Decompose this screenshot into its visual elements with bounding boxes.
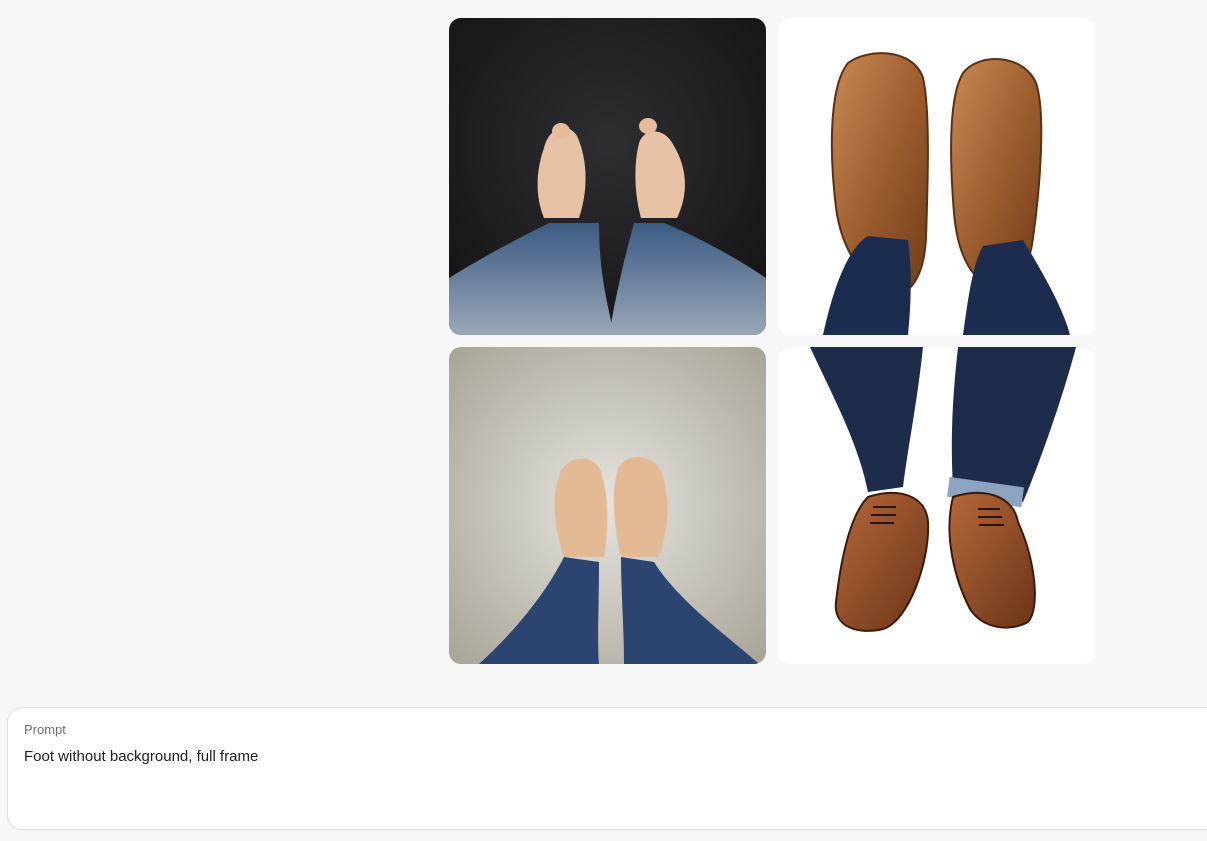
prompt-panel: Prompt Foot without background, full fra… <box>8 708 1207 829</box>
prompt-input[interactable]: Foot without background, full frame <box>24 748 1174 765</box>
generated-image-grid <box>449 18 1095 664</box>
brown-oxford-shoes-image <box>778 347 1095 664</box>
generated-image-1[interactable] <box>449 18 766 335</box>
brown-slip-on-shoes-image <box>778 18 1095 335</box>
generated-image-4[interactable] <box>778 347 1095 664</box>
generated-image-3[interactable] <box>449 347 766 664</box>
prompt-label: Prompt <box>24 722 66 737</box>
bare-feet-dark-image <box>449 18 766 335</box>
bare-feet-light-image <box>449 347 766 664</box>
generated-image-2[interactable] <box>778 18 1095 335</box>
